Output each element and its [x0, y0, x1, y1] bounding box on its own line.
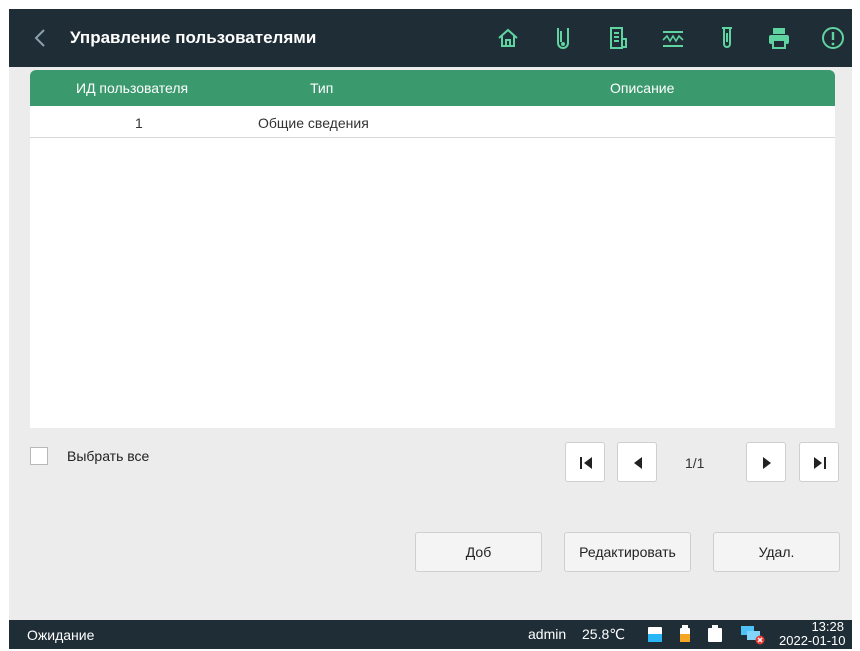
status-bar: Ожидание admin 25.8℃ 13:28 2022-01-10: [9, 619, 852, 649]
clock-date: 2022-01-10: [779, 633, 846, 648]
screen: Управление пользователями ИД пользовател…: [9, 9, 852, 649]
table-row[interactable]: 1 Общие сведения: [30, 106, 835, 138]
waveform-icon[interactable]: [660, 25, 686, 51]
top-bar: Управление пользователями: [9, 9, 852, 67]
system-status: Ожидание: [27, 627, 95, 643]
network-disconnected-icon[interactable]: [740, 625, 766, 645]
cell-user-id: 1: [135, 115, 143, 131]
clock-time: 13:28: [811, 619, 844, 634]
column-header-description[interactable]: Описание: [610, 80, 674, 96]
reagent-icon[interactable]: [605, 25, 631, 51]
table-header: ИД пользователя Тип Описание: [30, 70, 835, 106]
last-page-icon: [814, 457, 826, 469]
sample-tube-icon[interactable]: [550, 25, 576, 51]
select-all-checkbox[interactable]: [30, 447, 48, 465]
page-title: Управление пользователями: [70, 28, 317, 47]
printer-icon[interactable]: [766, 25, 792, 51]
delete-button[interactable]: Удал.: [713, 532, 840, 572]
column-header-user-id[interactable]: ИД пользователя: [76, 80, 188, 96]
add-button[interactable]: Доб: [415, 532, 542, 572]
column-header-type[interactable]: Тип: [310, 80, 333, 96]
prev-page-button[interactable]: [617, 442, 657, 482]
next-page-button[interactable]: [746, 442, 786, 482]
home-icon[interactable]: [495, 25, 521, 51]
waste-container-icon[interactable]: [707, 625, 723, 643]
first-page-icon: [580, 457, 592, 469]
reagent-bottle-icon[interactable]: [647, 625, 663, 643]
edit-button[interactable]: Редактировать: [564, 532, 691, 572]
temperature: 25.8℃: [582, 626, 625, 642]
last-page-button[interactable]: [799, 442, 839, 482]
prev-page-icon: [634, 457, 642, 469]
first-page-button[interactable]: [565, 442, 605, 482]
test-tube-icon[interactable]: [714, 25, 740, 51]
cell-type: Общие сведения: [258, 115, 369, 131]
current-user: admin: [528, 626, 567, 642]
back-arrow-icon[interactable]: [29, 26, 53, 50]
user-table: ИД пользователя Тип Описание 1 Общие све…: [30, 70, 835, 428]
select-all-label: Выбрать все: [67, 448, 150, 464]
alert-icon[interactable]: [820, 25, 846, 51]
page-info: 1/1: [685, 455, 705, 471]
next-page-icon: [763, 457, 771, 469]
diluent-bottle-icon[interactable]: [679, 625, 691, 643]
